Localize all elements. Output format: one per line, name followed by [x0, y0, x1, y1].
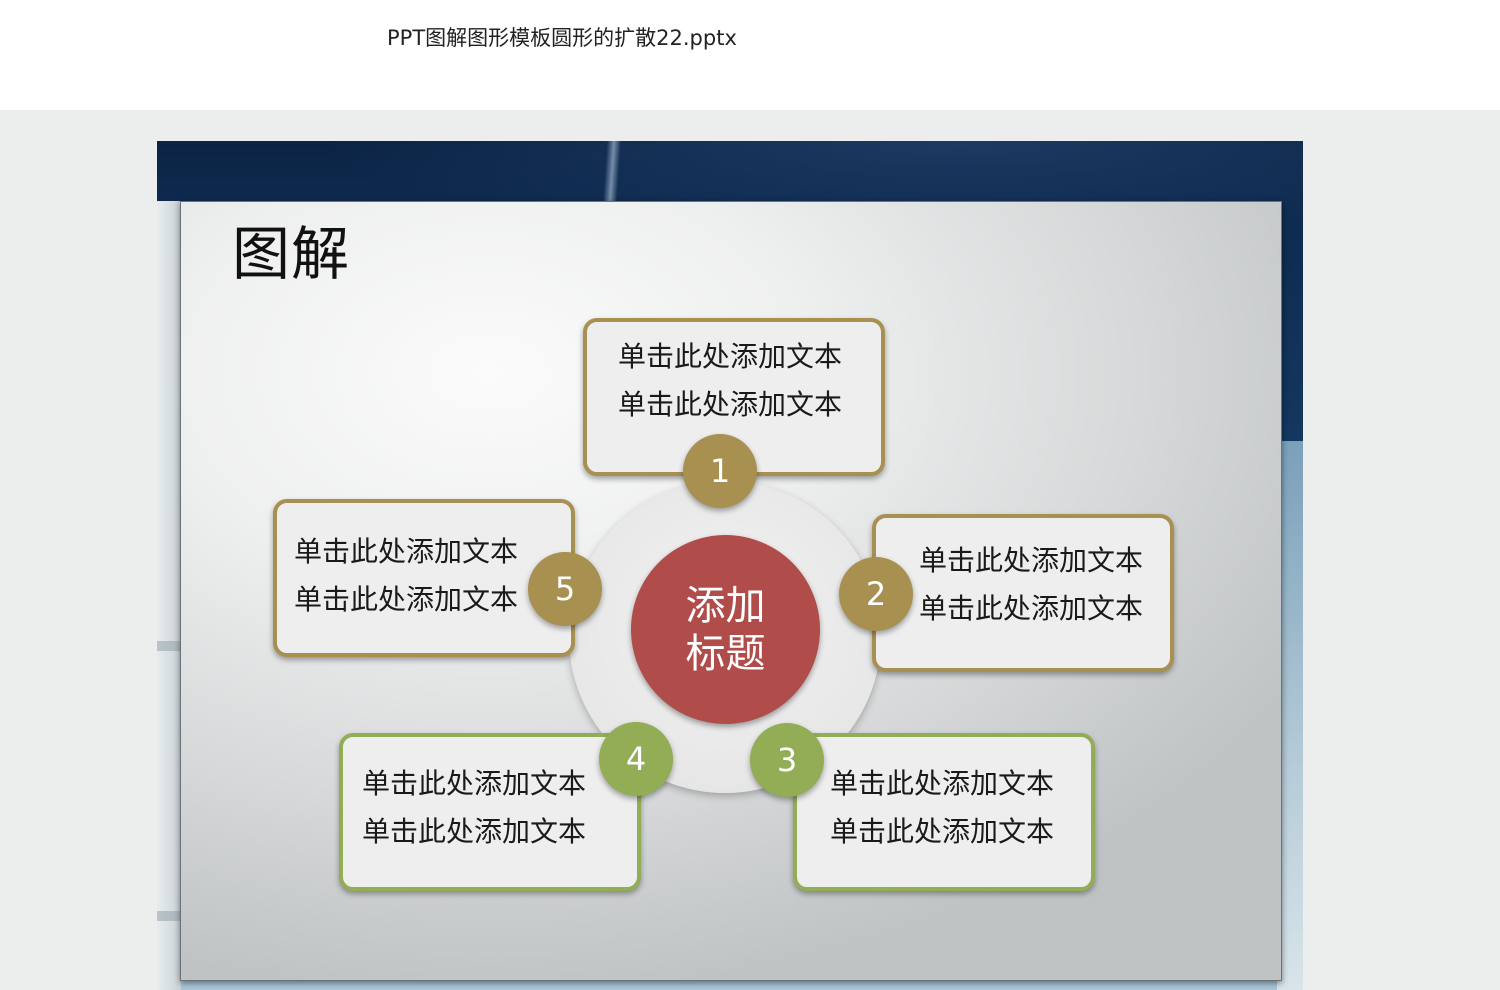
- text-box-3[interactable]: 单击此处添加文本 单击此处添加文本: [793, 733, 1095, 891]
- number-badge-5: 5: [528, 552, 602, 626]
- background-streak: [602, 141, 622, 203]
- center-title[interactable]: 添加 标题: [681, 582, 771, 678]
- center-title-line-1: 添加: [685, 582, 766, 629]
- text-box-2-line-2[interactable]: 单击此处添加文本: [919, 585, 1143, 633]
- document-title: PPT图解图形模板圆形的扩散22.pptx: [387, 26, 737, 50]
- text-box-5-line-2[interactable]: 单击此处添加文本: [294, 576, 518, 624]
- text-box-1-line-1[interactable]: 单击此处添加文本: [618, 333, 842, 381]
- number-badge-2: 2: [839, 557, 913, 631]
- number-badge-4: 4: [599, 722, 673, 796]
- document-header: PPT图解图形模板圆形的扩散22.pptx: [0, 0, 1500, 110]
- text-box-3-line-1[interactable]: 单击此处添加文本: [830, 760, 1054, 808]
- text-box-5-line-1[interactable]: 单击此处添加文本: [294, 528, 518, 576]
- number-badge-1: 1: [683, 434, 757, 508]
- center-title-circle[interactable]: 添加 标题: [631, 535, 820, 724]
- text-box-1-line-2[interactable]: 单击此处添加文本: [618, 381, 842, 429]
- center-title-line-2: 标题: [685, 630, 766, 677]
- text-box-4-line-1[interactable]: 单击此处添加文本: [362, 760, 586, 808]
- text-box-2[interactable]: 单击此处添加文本 单击此处添加文本: [872, 514, 1174, 672]
- text-box-4-line-2[interactable]: 单击此处添加文本: [362, 808, 586, 856]
- text-box-3-line-2[interactable]: 单击此处添加文本: [830, 808, 1054, 856]
- slide-heading[interactable]: 图解: [232, 207, 350, 291]
- text-box-4[interactable]: 单击此处添加文本 单击此处添加文本: [339, 733, 641, 891]
- number-badge-3: 3: [750, 723, 824, 797]
- text-box-2-line-1[interactable]: 单击此处添加文本: [919, 537, 1143, 585]
